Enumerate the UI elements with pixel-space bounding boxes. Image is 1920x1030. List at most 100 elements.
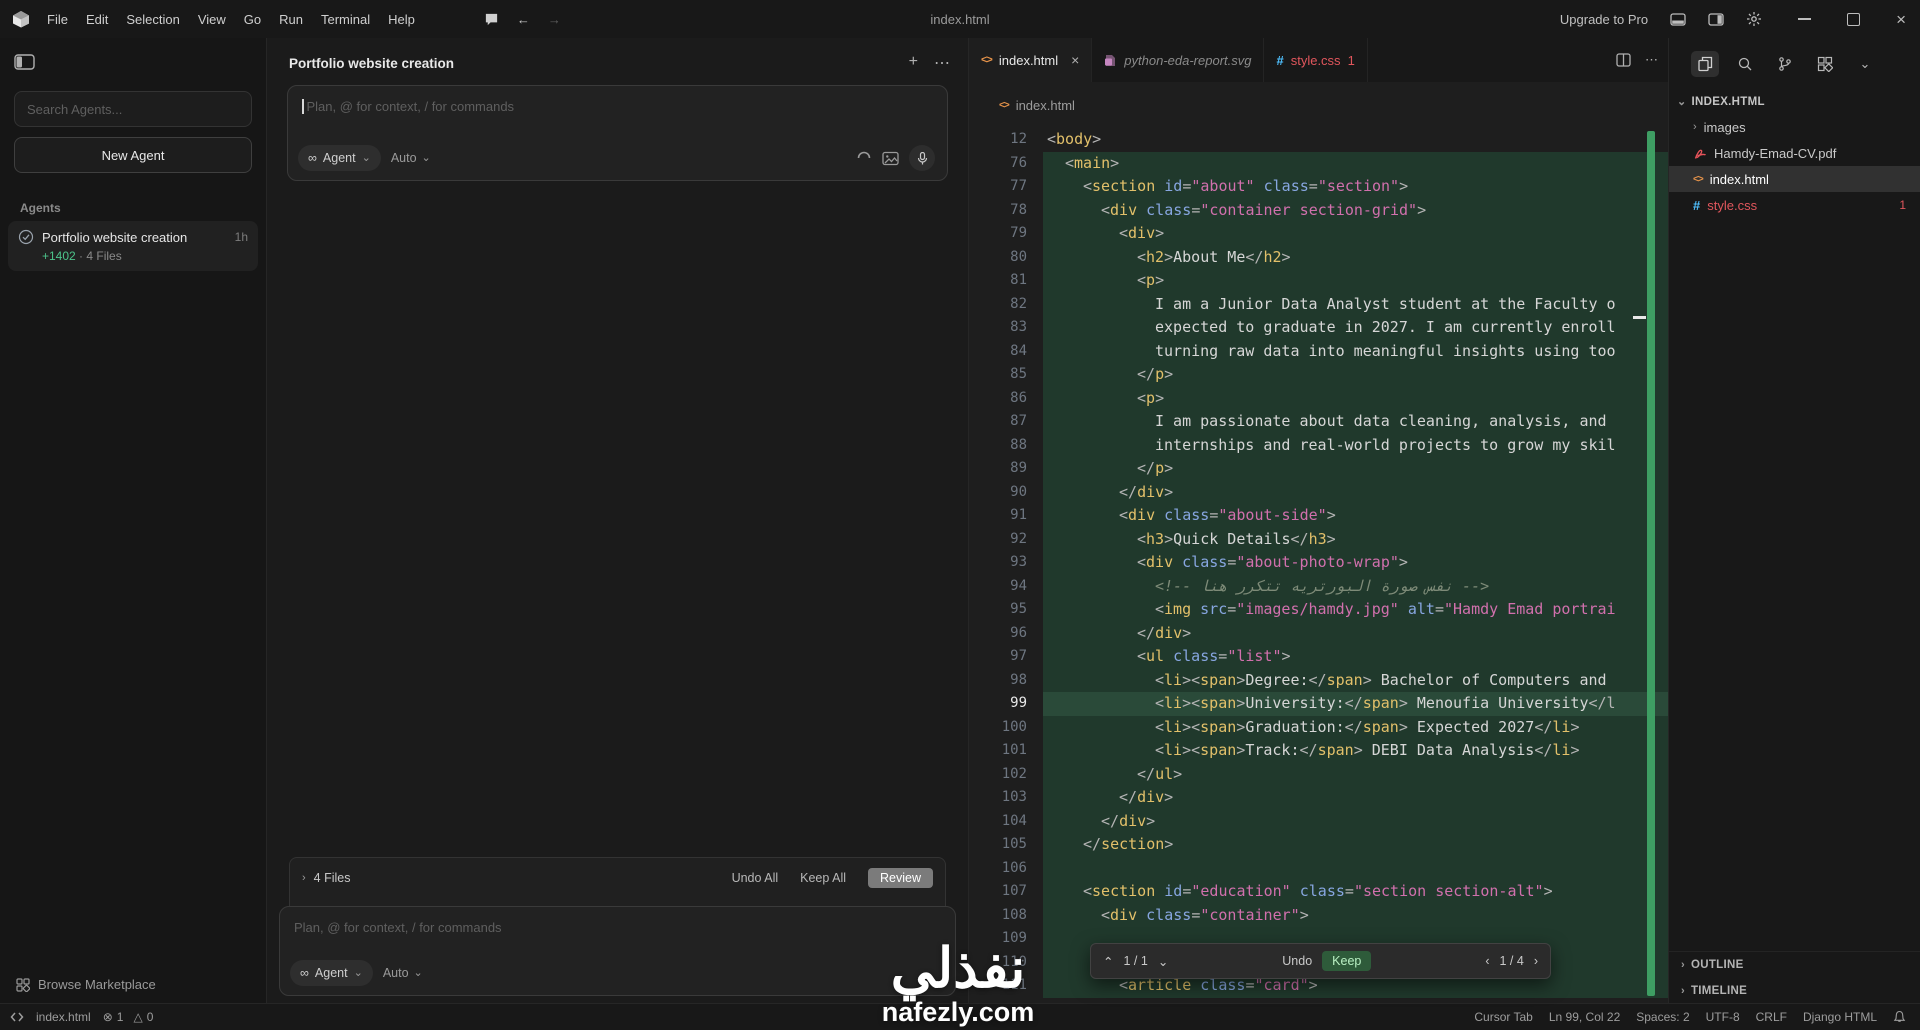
outline-section[interactable]: › OUTLINE	[1669, 952, 1920, 978]
breadcrumb[interactable]: <> index.html	[969, 82, 1668, 128]
line-number[interactable]: 85	[969, 363, 1043, 387]
next-file-icon[interactable]: ›	[1534, 954, 1538, 968]
tree-item-cv-pdf[interactable]: Hamdy-Emad-CV.pdf	[1669, 140, 1920, 166]
encoding-status[interactable]: UTF-8	[1706, 1010, 1740, 1024]
line-number[interactable]: 95	[969, 598, 1043, 622]
forward-icon[interactable]: →	[548, 12, 561, 27]
undo-all-button[interactable]: Undo All	[732, 871, 779, 885]
line-number[interactable]: 82	[969, 292, 1043, 316]
timeline-section[interactable]: › TIMELINE	[1669, 978, 1920, 1004]
line-number[interactable]: 86	[969, 386, 1043, 410]
upgrade-to-pro-button[interactable]: Upgrade to Pro	[1560, 12, 1648, 27]
line-number[interactable]: 79	[969, 222, 1043, 246]
line-number[interactable]: 102	[969, 762, 1043, 786]
line-number[interactable]: 101	[969, 739, 1043, 763]
chevron-down-icon[interactable]: ⌄	[1851, 51, 1879, 77]
usage-arc-icon[interactable]	[856, 150, 872, 166]
tab-style-css[interactable]: # style.css 1	[1264, 38, 1368, 82]
source-control-icon[interactable]	[1771, 51, 1799, 77]
status-file-label[interactable]: index.html	[36, 1010, 91, 1024]
image-attach-icon[interactable]	[882, 151, 899, 166]
line-number[interactable]: 91	[969, 504, 1043, 528]
problems-indicator[interactable]: ⊗ 1 △ 0	[103, 1010, 154, 1024]
tree-item-style-css[interactable]: # style.css 1	[1669, 192, 1920, 218]
toggle-secondary-sidebar-icon[interactable]	[1708, 12, 1724, 27]
toggle-panel-icon[interactable]	[1670, 12, 1686, 27]
line-number[interactable]: 80	[969, 245, 1043, 269]
chat-bubble-icon[interactable]	[484, 12, 499, 27]
back-icon[interactable]: ←	[517, 12, 530, 27]
minimize-icon[interactable]	[1798, 18, 1812, 20]
maximize-icon[interactable]	[1847, 12, 1861, 26]
close-tab-icon[interactable]: ×	[1071, 52, 1079, 68]
line-number[interactable]: 78	[969, 198, 1043, 222]
line-number[interactable]: 105	[969, 833, 1043, 857]
prev-file-icon[interactable]: ‹	[1485, 954, 1489, 968]
line-number[interactable]: 108	[969, 903, 1043, 927]
cursor-tab-status[interactable]: Cursor Tab	[1474, 1010, 1532, 1024]
split-editor-icon[interactable]	[1616, 53, 1631, 67]
diff-overview-ruler[interactable]	[1647, 131, 1655, 996]
tab-index-html[interactable]: <> index.html ×	[969, 38, 1093, 82]
extensions-icon[interactable]	[1811, 51, 1839, 77]
language-mode-status[interactable]: Django HTML	[1803, 1010, 1877, 1024]
menu-edit[interactable]: Edit	[77, 12, 117, 27]
line-number[interactable]: 96	[969, 621, 1043, 645]
agent-mode-pill[interactable]: ∞ Agent ⌄	[298, 145, 381, 171]
agent-mode-pill[interactable]: ∞ Agent ⌄	[290, 960, 373, 986]
code-area[interactable]: 12 <body> 76 <main> 77 <section id="about" cl…	[969, 128, 1668, 1004]
line-number[interactable]: 89	[969, 457, 1043, 481]
gear-icon[interactable]	[1746, 11, 1762, 27]
line-number[interactable]: 92	[969, 527, 1043, 551]
line-number[interactable]: 97	[969, 645, 1043, 669]
search-icon[interactable]	[1731, 51, 1759, 77]
microphone-icon[interactable]	[909, 145, 935, 171]
close-window-icon[interactable]: ×	[1896, 11, 1906, 28]
toggle-sidebar-icon[interactable]	[14, 54, 35, 70]
model-select[interactable]: Auto ⌄	[391, 151, 431, 165]
chat-input-bottom[interactable]: Plan, @ for context, / for commands ∞ Ag…	[279, 906, 956, 996]
line-number[interactable]: 111	[969, 974, 1043, 998]
menu-selection[interactable]: Selection	[117, 12, 188, 27]
bell-icon[interactable]	[1893, 1010, 1906, 1024]
model-select[interactable]: Auto ⌄	[383, 966, 423, 980]
chat-input-top[interactable]: Plan, @ for context, / for commands ∞ Ag…	[287, 85, 948, 181]
explorer-files-icon[interactable]	[1691, 51, 1719, 77]
remote-icon[interactable]	[10, 1011, 24, 1023]
next-change-icon[interactable]: ⌄	[1158, 954, 1168, 969]
more-options-icon[interactable]: ⋯	[934, 53, 950, 73]
new-chat-icon[interactable]: +	[909, 53, 918, 73]
line-number[interactable]: 76	[969, 151, 1043, 175]
changed-files-bar[interactable]: › 4 Files Undo All Keep All Review	[289, 857, 946, 906]
search-agents-input[interactable]	[14, 91, 252, 127]
keep-all-button[interactable]: Keep All	[800, 871, 846, 885]
menu-run[interactable]: Run	[270, 12, 312, 27]
indentation-status[interactable]: Spaces: 2	[1636, 1010, 1689, 1024]
eol-status[interactable]: CRLF	[1756, 1010, 1787, 1024]
explorer-root-folder[interactable]: ⌄ INDEX.HTML	[1669, 90, 1920, 114]
line-number[interactable]: 99	[969, 692, 1043, 716]
review-button[interactable]: Review	[868, 868, 933, 888]
tab-python-eda-report-svg[interactable]: python-eda-report.svg	[1092, 38, 1265, 82]
menu-file[interactable]: File	[38, 12, 77, 27]
line-number[interactable]: 106	[969, 856, 1043, 880]
more-actions-icon[interactable]: ⋯	[1645, 52, 1658, 68]
menu-view[interactable]: View	[189, 12, 235, 27]
line-number[interactable]: 93	[969, 551, 1043, 575]
line-number[interactable]: 12	[969, 128, 1043, 152]
undo-change-button[interactable]: Undo	[1282, 954, 1312, 968]
line-number[interactable]: 77	[969, 175, 1043, 199]
line-number[interactable]: 87	[969, 410, 1043, 434]
agent-list-item[interactable]: Portfolio website creation 1h +1402 · 4 …	[8, 221, 258, 271]
line-number[interactable]: 100	[969, 715, 1043, 739]
cursor-position-status[interactable]: Ln 99, Col 22	[1549, 1010, 1620, 1024]
line-number[interactable]: 104	[969, 809, 1043, 833]
line-number[interactable]: 83	[969, 316, 1043, 340]
line-number[interactable]: 88	[969, 433, 1043, 457]
menu-go[interactable]: Go	[235, 12, 270, 27]
tree-item-images[interactable]: › images	[1669, 114, 1920, 140]
browse-marketplace-link[interactable]: Browse Marketplace	[16, 977, 156, 992]
line-number[interactable]: 103	[969, 786, 1043, 810]
line-number[interactable]: 81	[969, 269, 1043, 293]
menu-help[interactable]: Help	[379, 12, 424, 27]
